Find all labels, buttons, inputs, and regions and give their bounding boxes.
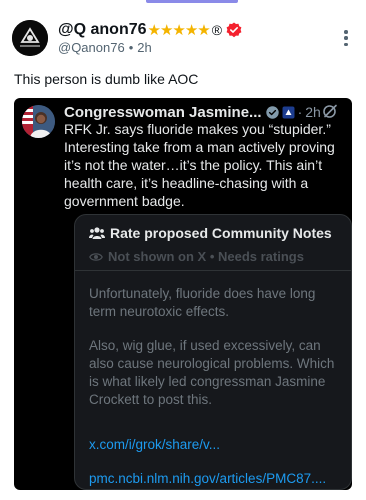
notes-status-row: Not shown on X • Needs ratings (89, 249, 304, 264)
quote-text: RFK Jr. says fluoride makes you “stupide… (64, 121, 335, 209)
note-link[interactable]: pmc.ncbi.nlm.nih.gov/articles/PMC87.... (89, 471, 326, 486)
quote-time[interactable]: 2h (305, 104, 321, 120)
notes-title-row: Rate proposed Community Notes (89, 225, 332, 241)
stars-decoration: ★★★★★ (147, 22, 211, 39)
tab-indicator (146, 0, 238, 3)
community-notes-card[interactable]: Rate proposed Community Notes Not shown … (74, 214, 352, 490)
note-link[interactable]: x.com/i/grok/share/v... (89, 437, 220, 452)
flag-icon (282, 106, 295, 118)
meta-separator: • (128, 40, 134, 55)
post-text: This person is dumb like AOC (14, 71, 199, 87)
post-header: @Q anon76 ★★★★★ ® @Qanon76 • 2h (12, 18, 354, 58)
quote-name-row: Congresswoman Jasmine... · 2h (64, 103, 344, 121)
verified-badge-icon (226, 22, 242, 38)
notes-status: Not shown on X • Needs ratings (108, 249, 304, 264)
gov-badge-icon (265, 105, 279, 119)
post-time[interactable]: 2h (137, 40, 151, 55)
display-name[interactable]: @Q anon76 (58, 21, 147, 39)
quote-avatar[interactable] (22, 105, 55, 138)
name-row: @Q anon76 ★★★★★ ® (58, 20, 242, 40)
registered-mark: ® (211, 22, 223, 38)
post-meta: @Qanon76 • 2h (58, 40, 152, 55)
note-paragraph: Unfortunately, fluoride does have long t… (89, 286, 316, 319)
quoted-post[interactable]: Congresswoman Jasmine... · 2h RFK Jr. sa… (14, 98, 352, 490)
avatar[interactable] (12, 20, 48, 56)
more-vertical-icon[interactable] (338, 28, 354, 48)
handle[interactable]: @Qanon76 (58, 40, 125, 55)
quote-author-name[interactable]: Congresswoman Jasmine... (64, 104, 262, 121)
eye-icon (89, 252, 103, 261)
note-paragraph: Also, wig glue, if used excessively, can… (89, 338, 335, 407)
grok-icon[interactable] (322, 103, 338, 119)
people-icon (89, 227, 105, 239)
quote-meta-separator: · (297, 104, 303, 120)
notes-title[interactable]: Rate proposed Community Notes (110, 225, 332, 241)
notes-body: Unfortunately, fluoride does have long t… (89, 285, 341, 425)
community-notes-header: Rate proposed Community Notes Not shown … (75, 215, 351, 271)
